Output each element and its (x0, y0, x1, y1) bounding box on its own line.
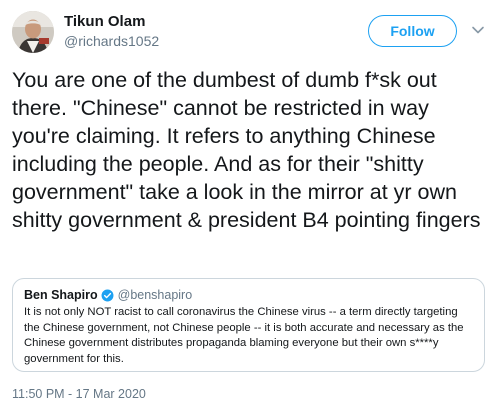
tweet-text: You are one of the dumbest of dumb f*sk … (12, 68, 481, 232)
quoted-author-handle: @benshapiro (117, 288, 193, 302)
quoted-author-name: Ben Shapiro (24, 288, 98, 302)
author-avatar[interactable] (12, 11, 54, 53)
chevron-down-icon[interactable] (470, 22, 486, 38)
quoted-tweet-text: It is not only NOT racist to call corona… (24, 306, 464, 365)
author-display-name[interactable]: Tikun Olam (64, 13, 145, 30)
author-handle[interactable]: @richards1052 (64, 33, 159, 49)
follow-button[interactable]: Follow (368, 15, 457, 47)
tweet-header: Tikun Olam @richards1052 Follow (0, 0, 500, 62)
tweet-timestamp[interactable]: 11:50 PM - 17 Mar 2020 (12, 387, 146, 401)
quoted-tweet-header: Ben Shapiro @benshapiro (24, 288, 192, 302)
quoted-tweet-card[interactable]: Ben Shapiro @benshapiro It is not only N… (12, 278, 485, 372)
verified-badge-icon (101, 289, 114, 301)
avatar-photo-icon (12, 11, 54, 53)
